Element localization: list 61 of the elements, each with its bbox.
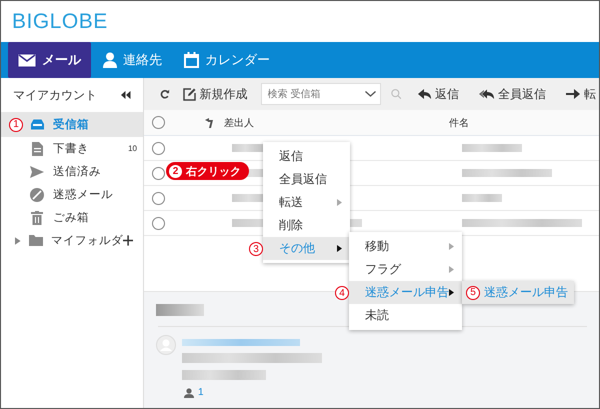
- row-checkbox[interactable]: [152, 142, 165, 154]
- row-checkbox[interactable]: [152, 166, 165, 180]
- sort-icon[interactable]: [205, 118, 214, 128]
- compose-button[interactable]: 新規作成: [180, 84, 251, 104]
- calendar-icon: [184, 52, 199, 68]
- step-number: 3: [249, 242, 263, 256]
- folder-icon: [28, 235, 43, 246]
- menu-item[interactable]: 未読: [349, 304, 462, 327]
- document-icon: [32, 142, 42, 156]
- toolbar-button[interactable]: 返信: [415, 84, 462, 104]
- blurred-text: [156, 304, 204, 316]
- expand-icon[interactable]: [15, 236, 21, 244]
- person-icon: [184, 388, 194, 398]
- send-icon: [30, 166, 44, 178]
- person-icon: [103, 52, 117, 68]
- annotation-callout: 2 右クリック: [166, 162, 249, 180]
- reply-icon: [418, 89, 431, 99]
- folder-item[interactable]: 1 受信箱: [1, 112, 143, 137]
- step-number: 4: [335, 286, 349, 300]
- avatar-icon: [156, 335, 176, 355]
- unread-count: 10: [128, 144, 137, 153]
- caret-icon[interactable]: [364, 91, 376, 97]
- step-number: 5: [466, 286, 480, 300]
- row-checkbox[interactable]: [152, 216, 165, 230]
- ban-icon: [30, 188, 44, 202]
- toolbar-button[interactable]: 全員返信: [476, 84, 549, 104]
- edit-icon: [182, 88, 196, 100]
- folder-item[interactable]: マイフォルダ: [1, 229, 143, 252]
- blurred-text: [462, 194, 502, 202]
- column-header[interactable]: 差出人: [224, 116, 449, 130]
- reply-all-icon: [479, 89, 494, 99]
- menu-item[interactable]: 全員返信: [263, 168, 350, 191]
- collapse-icon[interactable]: [121, 91, 131, 99]
- nav-tab[interactable]: 連絡先: [93, 42, 172, 78]
- menu-item[interactable]: フラグ: [349, 258, 462, 281]
- row-checkbox[interactable]: [152, 192, 165, 204]
- column-header[interactable]: 件名: [449, 116, 469, 130]
- mail-icon: [18, 54, 36, 66]
- menu-item[interactable]: 移動: [349, 235, 462, 258]
- menu-item[interactable]: 5 迷惑メール申告: [462, 281, 574, 304]
- nav-tab[interactable]: カレンダー: [174, 42, 280, 78]
- menu-item[interactable]: 返信: [263, 145, 350, 168]
- folder-item[interactable]: 下書き 10: [1, 137, 143, 160]
- search-field[interactable]: 検索 受信箱: [260, 83, 381, 105]
- folder-item[interactable]: 送信済み: [1, 160, 143, 183]
- folder-item[interactable]: 迷惑メール: [1, 183, 143, 206]
- add-icon[interactable]: [122, 235, 133, 246]
- menu-item[interactable]: 転送: [263, 191, 350, 214]
- blurred-text: [462, 144, 522, 152]
- trash-icon: [31, 210, 43, 224]
- menu-item[interactable]: 削除: [263, 214, 350, 237]
- folder-item[interactable]: ごみ箱: [1, 206, 143, 229]
- inbox-icon: [30, 119, 44, 130]
- toolbar-button[interactable]: 転: [563, 84, 599, 104]
- refresh-icon[interactable]: [160, 88, 170, 100]
- forward-icon: [566, 89, 580, 99]
- nav-tab[interactable]: メール: [8, 42, 91, 78]
- step-number: 1: [9, 118, 23, 132]
- sidebar-title: マイアカウント: [13, 86, 97, 104]
- recipient-count: 1: [198, 387, 204, 398]
- select-all-checkbox[interactable]: [152, 116, 165, 129]
